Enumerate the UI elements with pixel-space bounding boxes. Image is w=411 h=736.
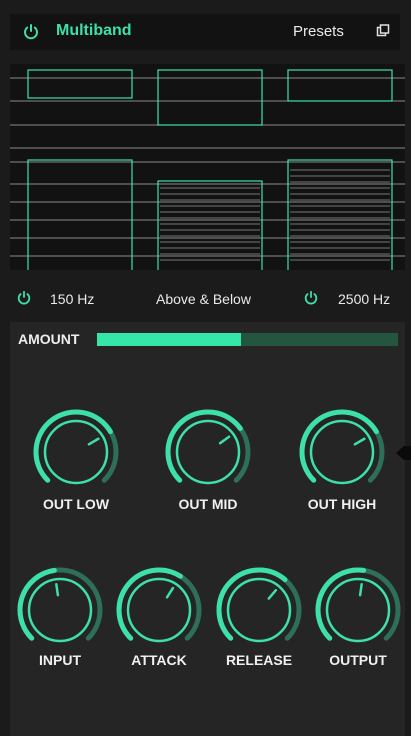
presets-button[interactable]: Presets [293, 23, 344, 40]
knob-body [175, 419, 241, 485]
band-graph-svg [10, 69, 405, 270]
out-high-knob[interactable] [296, 406, 388, 498]
knob-body [325, 577, 391, 643]
output-label: OUTPUT [329, 652, 387, 668]
knob-body [27, 577, 93, 643]
input-label: INPUT [39, 652, 81, 668]
high-band-power-icon[interactable] [303, 290, 319, 306]
amount-slider-fill [97, 333, 242, 346]
knob-pointer [218, 435, 231, 445]
band-high-lower [287, 159, 393, 270]
out-mid-label: OUT MID [178, 496, 238, 512]
release-label: RELEASE [225, 652, 293, 668]
attack-knob[interactable] [113, 564, 205, 656]
knob-pointer [267, 588, 278, 600]
knob-body [126, 577, 192, 643]
knob-pointer [353, 437, 366, 446]
input-knob[interactable] [14, 564, 106, 656]
crossover-mode[interactable]: Above & Below [156, 291, 251, 307]
out-low-label: OUT LOW [42, 496, 110, 512]
crossover-bar: 150 Hz Above & Below 2500 Hz [10, 284, 405, 314]
knob-pointer [165, 586, 175, 599]
plugin-title: Multiband [56, 22, 132, 39]
knob-body [309, 419, 375, 485]
knob-body [43, 419, 109, 485]
out-high-label: OUT HIGH [307, 496, 377, 512]
out-mid-knob[interactable] [162, 406, 254, 498]
side-panel-tab-icon[interactable] [396, 438, 411, 468]
low-band-power-icon[interactable] [16, 290, 32, 306]
knob-pointer [358, 583, 363, 597]
copy-icon[interactable] [376, 24, 390, 38]
out-low-knob[interactable] [30, 406, 122, 498]
band-low-upper [27, 69, 133, 99]
power-icon[interactable] [22, 23, 40, 41]
band-high-upper [287, 69, 393, 102]
amount-slider[interactable] [97, 333, 398, 346]
knob-pointer [87, 437, 100, 446]
controls-panel: AMOUNT OUT LOW OUT MID OUT HIGH INPUT AT… [10, 322, 405, 736]
release-knob[interactable] [213, 564, 305, 656]
amount-label: AMOUNT [18, 331, 80, 347]
band-low-lower [27, 159, 133, 270]
output-knob[interactable] [312, 564, 404, 656]
band-graph[interactable] [10, 64, 405, 270]
knob-body [226, 577, 292, 643]
knob-pointer [55, 583, 60, 597]
top-bar: Multiband Presets [10, 14, 400, 50]
attack-label: ATTACK [131, 652, 187, 668]
high-crossover-frequency[interactable]: 2500 Hz [338, 291, 390, 307]
low-crossover-frequency[interactable]: 150 Hz [50, 291, 94, 307]
